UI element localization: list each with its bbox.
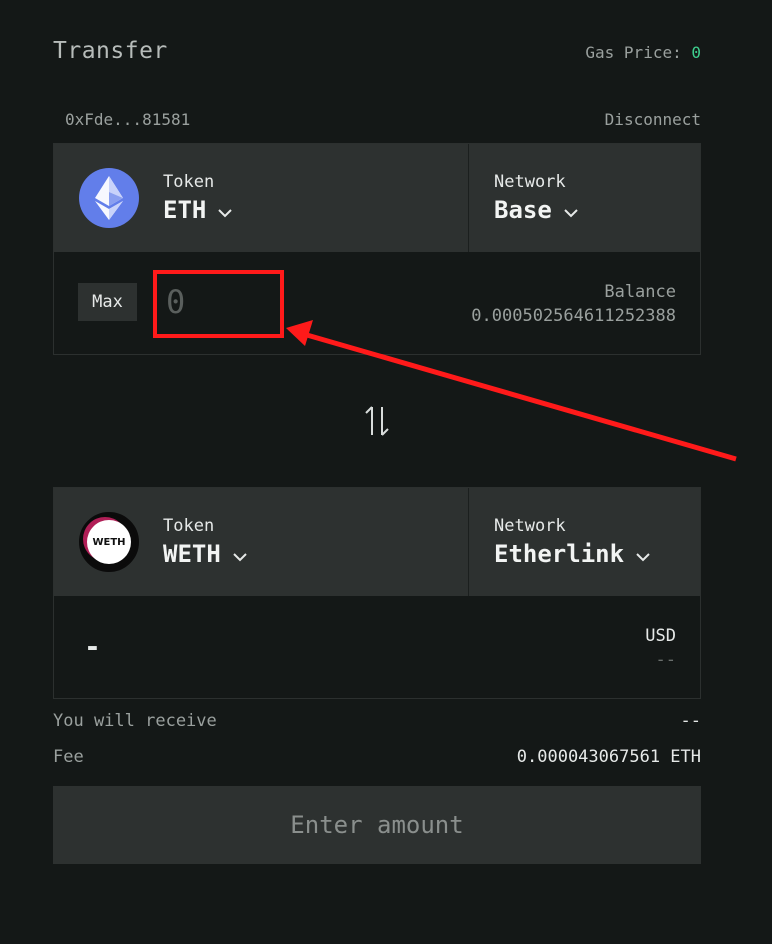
receive-value: -- — [680, 711, 701, 731]
to-network-text: Network Etherlink — [494, 516, 650, 568]
from-network-value: Base — [494, 196, 552, 224]
to-network-label: Network — [494, 516, 566, 536]
fee-label: Fee — [53, 747, 84, 767]
weth-icon-text: WETH — [87, 520, 131, 564]
to-token-value: WETH — [163, 540, 221, 568]
disconnect-button[interactable]: Disconnect — [605, 110, 701, 129]
transfer-page: Transfer Gas Price: 0 0xFde...81581 Disc… — [0, 0, 772, 944]
from-token-selector[interactable]: Token ETH — [54, 144, 469, 252]
from-amount-row: Max Balance 0.000502564611252388 — [54, 252, 700, 354]
from-network-label: Network — [494, 172, 566, 192]
from-network-text: Network Base — [494, 172, 578, 224]
chevron-down-icon — [636, 540, 650, 568]
usd-display: USD -- — [645, 624, 676, 672]
chevron-down-icon — [233, 540, 247, 568]
from-network-value-row: Base — [494, 196, 578, 224]
to-selectors: WETH Token WETH Network Etherlink — [54, 488, 700, 596]
balance-display: Balance 0.000502564611252388 — [471, 280, 676, 328]
receive-amount: - — [84, 630, 101, 663]
swap-direction-icon[interactable] — [364, 404, 390, 442]
usd-label: USD — [645, 626, 676, 646]
from-card: Token ETH Network Base Max 0 Balance 0.0… — [53, 143, 701, 355]
from-token-value: ETH — [163, 196, 207, 224]
from-token-value-row: ETH — [163, 196, 233, 224]
chevron-down-icon — [218, 196, 233, 224]
from-token-text: Token ETH — [163, 172, 233, 224]
to-network-selector[interactable]: Network Etherlink — [469, 488, 700, 596]
enter-amount-button[interactable]: Enter amount — [53, 786, 701, 864]
to-token-value-row: WETH — [163, 540, 247, 568]
usd-value: -- — [655, 650, 676, 670]
chevron-down-icon — [564, 196, 578, 224]
fee-value: 0.000043067561 ETH — [516, 747, 701, 767]
from-selectors: Token ETH Network Base — [54, 144, 700, 252]
to-card: WETH Token WETH Network Etherlink - USD … — [53, 487, 701, 699]
gas-price-label: Gas Price: — [585, 43, 682, 62]
to-network-value-row: Etherlink — [494, 540, 650, 568]
wallet-address: 0xFde...81581 — [65, 110, 191, 129]
to-token-label: Token — [163, 516, 215, 536]
receive-row: You will receive -- — [53, 711, 701, 731]
to-token-selector[interactable]: WETH Token WETH — [54, 488, 469, 596]
ethereum-icon — [79, 168, 139, 228]
gas-price-value: 0 — [691, 43, 701, 62]
to-token-text: Token WETH — [163, 516, 247, 568]
page-title: Transfer — [53, 38, 168, 64]
highlight-box — [153, 270, 284, 338]
to-network-value: Etherlink — [494, 540, 625, 568]
balance-value: 0.000502564611252388 — [471, 306, 676, 326]
from-token-label: Token — [163, 172, 215, 192]
from-network-selector[interactable]: Network Base — [469, 144, 700, 252]
weth-icon: WETH — [79, 512, 139, 572]
fee-row: Fee 0.000043067561 ETH — [53, 747, 701, 767]
to-amount-row: - USD -- — [54, 596, 700, 698]
gas-price: Gas Price: 0 — [585, 43, 701, 62]
balance-label: Balance — [604, 282, 676, 302]
receive-label: You will receive — [53, 711, 217, 731]
max-button[interactable]: Max — [78, 283, 137, 321]
